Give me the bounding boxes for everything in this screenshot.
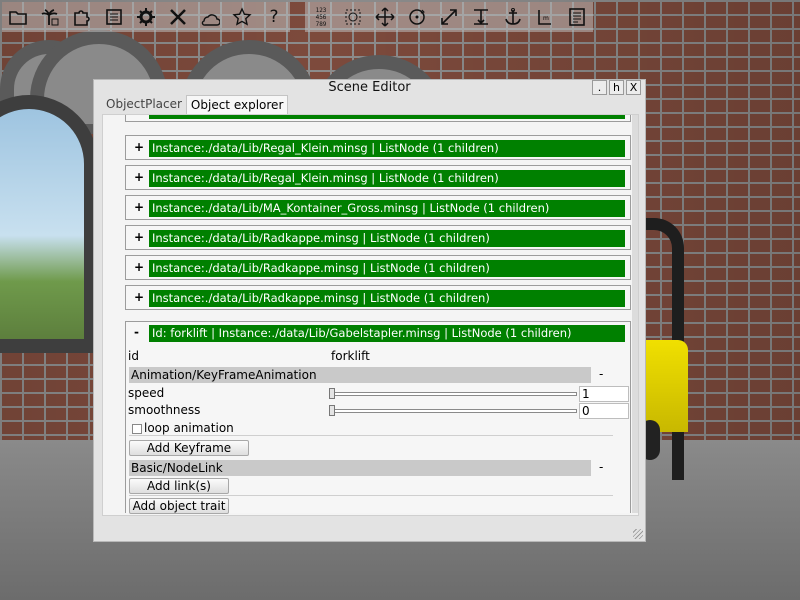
tree-node[interactable]: + Instance:./data/Lib/MA_Kontainer_Gross… — [125, 195, 631, 220]
loop-animation-label: loop animation — [144, 421, 234, 435]
animation-section-header[interactable]: Animation/KeyFrameAnimation — [129, 367, 591, 383]
expand-toggle[interactable]: + — [134, 140, 144, 154]
snap-floor-icon[interactable] — [465, 2, 497, 32]
nodelink-section-minimize[interactable]: - — [599, 460, 603, 474]
dialog-tabs: ObjectPlacer Object explorer — [102, 95, 289, 115]
add-links-button[interactable]: Add link(s) — [129, 478, 229, 494]
scale-icon[interactable] — [433, 2, 465, 32]
tree-node[interactable]: + Instance:./data/Lib/Radkappe.minsg | L… — [125, 285, 631, 310]
node-label[interactable]: Instance:./data/Lib/Regal_Klein.minsg | … — [149, 170, 625, 187]
speed-label: speed — [128, 386, 165, 400]
smoothness-label: smoothness — [128, 403, 201, 417]
select-icon[interactable] — [337, 2, 369, 32]
loop-animation-checkbox[interactable] — [132, 424, 142, 434]
dialog-window-buttons: . h X — [590, 80, 641, 95]
number-grid-icon[interactable]: 123 456 789 — [305, 2, 337, 32]
expand-toggle[interactable]: + — [134, 230, 144, 244]
anchor-icon[interactable] — [497, 2, 529, 32]
tree-node[interactable]: + Instance:./data/Lib/Radkappe.minsg | L… — [125, 225, 631, 250]
move-icon[interactable] — [369, 2, 401, 32]
properties-icon[interactable] — [561, 2, 593, 32]
folder-icon[interactable] — [2, 2, 34, 32]
separator — [129, 435, 613, 436]
node-label[interactable]: Instance:./data/Lib/Radkappe.minsg | Lis… — [149, 290, 625, 307]
tree-node-expanded: - Id: forklift | Instance:./data/Lib/Gab… — [125, 321, 631, 514]
measure-icon[interactable]: m — [529, 2, 561, 32]
id-label: id — [128, 349, 139, 363]
add-keyframe-button[interactable]: Add Keyframe — [129, 440, 249, 456]
forklift-body — [640, 340, 688, 432]
tree-node-partial — [125, 115, 631, 122]
panel-scrollbar[interactable] — [632, 115, 638, 513]
animation-section-minimize[interactable]: - — [599, 367, 603, 381]
expand-toggle[interactable]: + — [134, 290, 144, 304]
palm-tree-icon[interactable] — [34, 2, 66, 32]
gear-icon[interactable] — [130, 2, 162, 32]
collapse-toggle[interactable]: - — [134, 325, 139, 339]
object-tree: + Instance:./data/Lib/Regal_Klein.minsg … — [109, 115, 631, 514]
help-glyph: ? — [269, 7, 279, 27]
speed-input[interactable]: 1 — [579, 386, 629, 402]
scene-editor-dialog[interactable]: Scene Editor . h X ObjectPlacer Object e… — [93, 79, 646, 542]
node-label[interactable]: Instance:./data/Lib/Radkappe.minsg | Lis… — [149, 260, 625, 277]
toolbar-group-transform: 123 456 789 m — [305, 2, 593, 32]
dialog-dot-button[interactable]: . — [592, 80, 607, 95]
rotate-icon[interactable] — [401, 2, 433, 32]
star-icon[interactable] — [226, 2, 258, 32]
tree-node[interactable]: + Instance:./data/Lib/Regal_Klein.minsg … — [125, 135, 631, 160]
crossed-tools-icon[interactable] — [162, 2, 194, 32]
add-object-trait-button[interactable]: Add object trait — [129, 498, 229, 514]
puzzle-icon[interactable] — [66, 2, 98, 32]
node-label[interactable]: Instance:./data/Lib/Regal_Klein.minsg | … — [149, 140, 625, 157]
nodelink-section-header[interactable]: Basic/NodeLink — [129, 460, 591, 476]
dialog-hide-button[interactable]: h — [609, 80, 624, 95]
weather-icon[interactable] — [194, 2, 226, 32]
dialog-title: Scene Editor — [328, 80, 411, 95]
resize-grip-icon[interactable] — [633, 529, 643, 539]
expand-toggle[interactable]: + — [134, 260, 144, 274]
svg-text:m: m — [543, 15, 549, 22]
tree-node[interactable]: + Instance:./data/Lib/Regal_Klein.minsg … — [125, 165, 631, 190]
speed-slider-thumb[interactable] — [329, 388, 335, 399]
dialog-close-button[interactable]: X — [626, 80, 641, 95]
help-icon[interactable]: ? — [258, 2, 290, 32]
expand-toggle[interactable]: + — [134, 170, 144, 184]
id-field[interactable]: forklift — [329, 349, 629, 365]
smoothness-input[interactable]: 0 — [579, 403, 629, 419]
expand-toggle[interactable]: + — [134, 200, 144, 214]
window-left — [0, 95, 98, 353]
separator — [129, 495, 613, 496]
number-grid-glyph: 123 456 789 — [315, 6, 327, 28]
list-icon[interactable] — [98, 2, 130, 32]
tree-node[interactable]: + Instance:./data/Lib/Radkappe.minsg | L… — [125, 255, 631, 280]
speed-slider-track[interactable] — [329, 392, 577, 396]
object-explorer-panel: + Instance:./data/Lib/Regal_Klein.minsg … — [102, 114, 639, 516]
tab-objectplacer[interactable]: ObjectPlacer — [102, 95, 186, 114]
smoothness-slider-track[interactable] — [329, 409, 577, 413]
node-label[interactable]: Instance:./data/Lib/Radkappe.minsg | Lis… — [149, 230, 625, 247]
tab-object-explorer[interactable]: Object explorer — [185, 95, 289, 115]
node-label[interactable]: Instance:./data/Lib/MA_Kontainer_Gross.m… — [149, 200, 625, 217]
node-label-forklift[interactable]: Id: forklift | Instance:./data/Lib/Gabel… — [149, 325, 625, 342]
smoothness-slider-thumb[interactable] — [329, 405, 335, 416]
toolbar-group-main: ? — [2, 2, 290, 32]
